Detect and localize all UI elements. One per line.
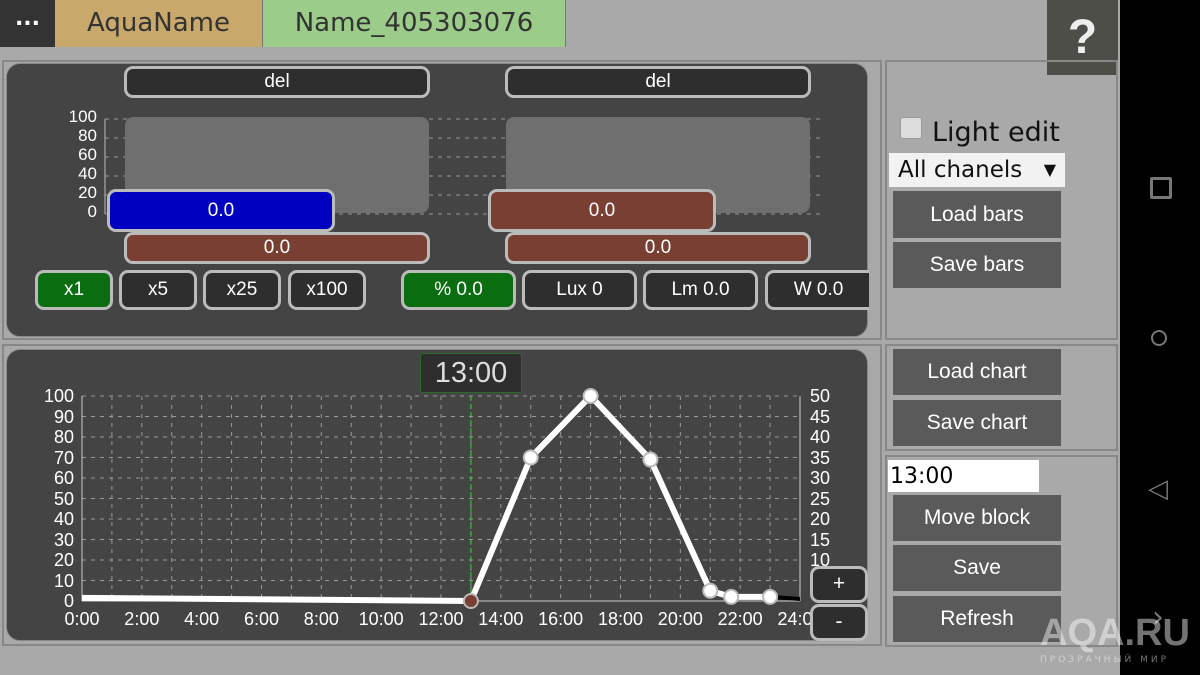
- y-tick-left: 20: [53, 550, 74, 570]
- light-edit-checkbox[interactable]: [900, 117, 922, 139]
- watermark-logo: AQA.RU: [1040, 612, 1190, 654]
- y-tick-right: 50: [810, 386, 831, 406]
- home-icon[interactable]: [1151, 330, 1167, 346]
- watermark-subtext: ПРОЗРАЧНЫЙ МИР: [1040, 655, 1170, 665]
- light-edit-label: Light edit: [932, 117, 1060, 148]
- y-tick-right: 45: [810, 406, 831, 427]
- data-point[interactable]: [462, 593, 479, 609]
- move-block-button[interactable]: Move block: [893, 495, 1061, 541]
- dropdown-arrow-icon: ▼: [1043, 160, 1056, 179]
- x-tick: 22:00: [717, 609, 763, 629]
- recent-apps-icon[interactable]: [1150, 177, 1172, 199]
- y-tick-left: 30: [53, 529, 74, 550]
- save-chart-button[interactable]: Save chart: [893, 400, 1061, 446]
- x-tick: 20:00: [657, 609, 703, 629]
- x-tick: 18:00: [597, 609, 644, 629]
- load-bars-button[interactable]: Load bars: [893, 191, 1061, 238]
- refresh-button[interactable]: Refresh: [893, 596, 1061, 642]
- light-schedule-chart[interactable]: [0, 0, 880, 675]
- y-tick-right: 30: [810, 468, 831, 488]
- y-tick-left: 80: [53, 427, 74, 447]
- y-tick-left: 70: [53, 447, 74, 468]
- y-tick-right: 15: [810, 529, 831, 550]
- data-point[interactable]: [582, 388, 599, 404]
- x-tick: 14:00: [478, 609, 524, 629]
- y-tick-right: 40: [810, 427, 831, 447]
- y-tick-left: 50: [53, 488, 74, 509]
- zoom-in-button[interactable]: +: [810, 566, 868, 603]
- back-icon[interactable]: ◁: [1148, 474, 1168, 504]
- time-input[interactable]: [888, 460, 1039, 492]
- y-tick-right: 20: [810, 509, 831, 529]
- x-tick: 10:00: [358, 609, 404, 629]
- x-tick: 4:00: [184, 609, 220, 629]
- save-button[interactable]: Save: [893, 545, 1061, 591]
- save-bars-button[interactable]: Save bars: [893, 242, 1061, 288]
- x-tick: 12:00: [418, 609, 464, 629]
- data-point[interactable]: [642, 451, 659, 468]
- x-tick: 6:00: [243, 609, 280, 629]
- load-chart-button[interactable]: Load chart: [893, 349, 1061, 395]
- y-tick-left: 90: [53, 406, 74, 427]
- x-tick: 16:00: [538, 609, 584, 629]
- data-point[interactable]: [723, 588, 740, 605]
- y-tick-left: 40: [53, 509, 74, 529]
- x-tick: 8:00: [303, 609, 339, 629]
- data-point[interactable]: [522, 449, 539, 466]
- android-nav-bar: ◁ ›: [1120, 0, 1200, 675]
- y-tick-left: 60: [53, 468, 74, 488]
- channel-select-value: All chanels: [898, 157, 1023, 183]
- x-tick: 0:00: [64, 609, 100, 629]
- zoom-out-button[interactable]: -: [810, 604, 868, 641]
- data-point[interactable]: [762, 588, 779, 605]
- y-tick-left: 100: [43, 386, 74, 406]
- y-tick-right: 35: [810, 447, 831, 468]
- y-tick-left: 10: [53, 570, 74, 591]
- y-tick-right: 25: [810, 488, 831, 509]
- channel-select[interactable]: All chanels ▼: [889, 153, 1065, 187]
- x-tick: 2:00: [124, 609, 160, 629]
- data-point[interactable]: [702, 582, 719, 599]
